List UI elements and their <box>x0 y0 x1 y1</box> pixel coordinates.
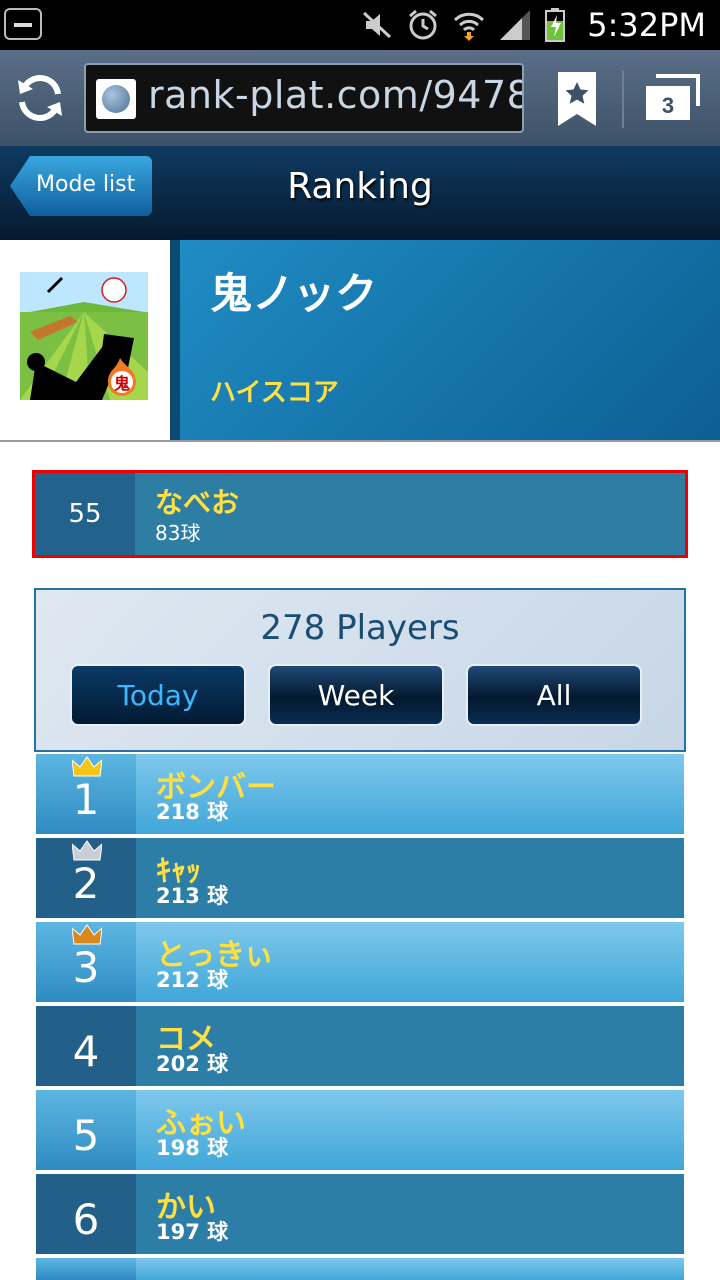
ranking-row[interactable]: 1 ボンバー 218 球 <box>36 754 684 834</box>
address-bar[interactable]: rank-plat.com/947837l <box>84 63 524 133</box>
game-icon-box: 鬼 <box>0 240 170 440</box>
page-title: Ranking <box>287 166 433 207</box>
my-rank-score: 83球 <box>155 521 201 545</box>
player-score: 202 球 <box>156 1052 229 1076</box>
battery-charging-icon <box>545 8 565 42</box>
game-title-panel: 鬼ノック ハイスコア <box>170 240 720 440</box>
ranking-row[interactable]: 2 ｷｬｯ 213 球 <box>36 838 684 918</box>
wifi-icon <box>453 12 485 41</box>
player-score: 213 球 <box>156 884 229 908</box>
game-mode: ハイスコア <box>210 378 339 408</box>
game-icon-badge: 鬼 <box>114 374 130 393</box>
globe-icon <box>96 79 136 119</box>
alarm-icon <box>409 9 437 40</box>
rank-number: 6 <box>36 1174 136 1254</box>
player-score: 212 球 <box>156 968 229 992</box>
ranking-row[interactable]: 4 コメ 202 球 <box>36 1006 684 1086</box>
tab-count: 3 <box>662 93 674 118</box>
game-info: 鬼 鬼ノック ハイスコア <box>0 240 720 440</box>
page-header: Mode list Ranking <box>0 146 720 240</box>
players-count: 278 Players <box>260 608 460 648</box>
tabs-icon[interactable]: 3 <box>644 72 700 122</box>
notification-minus-icon <box>4 8 42 40</box>
section-divider <box>0 440 720 442</box>
my-rank-row[interactable]: 55 なべお 83球 <box>32 470 688 558</box>
rank-number-partial <box>36 1258 136 1280</box>
bronze-crown-icon <box>72 924 102 945</box>
status-bar: 5:32PM <box>0 0 720 50</box>
tab-today[interactable]: Today <box>70 664 246 726</box>
my-rank-name: なべお <box>155 486 240 519</box>
tab-week[interactable]: Week <box>268 664 444 726</box>
silver-crown-icon <box>72 840 102 861</box>
url-text: rank-plat.com/947837l <box>148 73 524 117</box>
players-panel: 278 Players Today Week All <box>34 588 686 752</box>
game-icon: 鬼 <box>20 272 148 400</box>
signal-icon <box>500 10 530 40</box>
rank-number: 4 <box>36 1006 136 1086</box>
refresh-icon[interactable] <box>14 72 66 124</box>
bookmark-icon[interactable] <box>556 70 598 128</box>
clock: 5:32PM <box>587 6 706 44</box>
tab-all[interactable]: All <box>466 664 642 726</box>
gold-crown-icon <box>72 756 102 777</box>
my-rank-number: 55 <box>35 473 135 555</box>
status-icons <box>362 6 566 44</box>
game-name: 鬼ノック <box>210 269 378 318</box>
rank-number: 5 <box>36 1090 136 1170</box>
ranking-row[interactable]: 3 とっきぃ 212 球 <box>36 922 684 1002</box>
toolbar-divider <box>622 70 624 128</box>
player-score: 218 球 <box>156 800 229 824</box>
ranking-row[interactable]: 5 ふぉい 198 球 <box>36 1090 684 1170</box>
ranking-row-partial[interactable] <box>36 1258 684 1280</box>
mute-icon <box>362 11 392 39</box>
browser-toolbar: rank-plat.com/947837l 3 <box>0 50 720 146</box>
player-score: 198 球 <box>156 1136 229 1160</box>
player-score: 197 球 <box>156 1220 229 1244</box>
ranking-row[interactable]: 6 かい 197 球 <box>36 1174 684 1254</box>
